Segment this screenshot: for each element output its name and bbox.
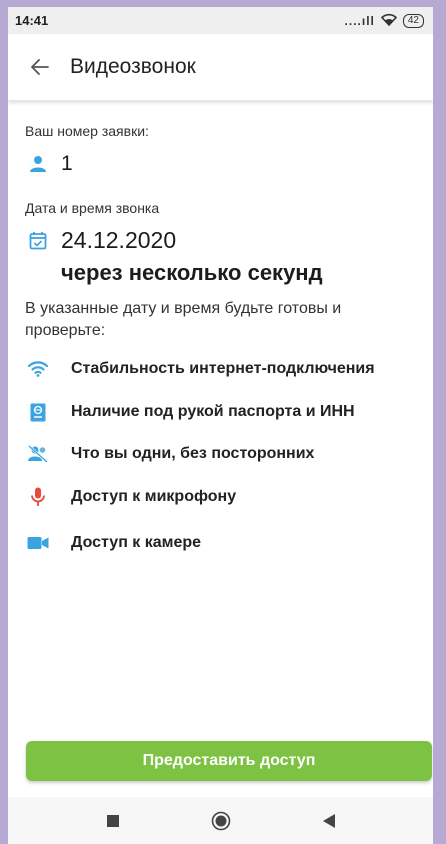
person-icon	[25, 155, 51, 173]
home-button[interactable]	[206, 806, 236, 836]
checklist-label: Доступ к микрофону	[71, 488, 237, 505]
call-date-row: 24.12.2020	[25, 227, 176, 254]
grant-access-button[interactable]: Предоставить доступ	[26, 741, 432, 781]
back-triangle-icon	[322, 813, 335, 828]
request-number-label: Ваш номер заявки:	[25, 123, 149, 139]
microphone-icon	[25, 486, 51, 508]
checklist-item-camera: Доступ к камере	[25, 532, 201, 554]
checklist-label: Что вы одни, без посторонних	[71, 445, 315, 462]
wifi-icon	[380, 13, 397, 29]
request-number-row: 1	[25, 152, 73, 176]
home-circle-icon	[211, 811, 230, 830]
recents-square-icon	[106, 814, 119, 827]
status-time: 14:41	[15, 13, 49, 28]
checklist-item-passport: Наличие под рукой паспорта и ИНН	[25, 401, 355, 423]
call-relative-time: через несколько секунд	[61, 260, 323, 285]
arrow-left-icon	[31, 59, 49, 75]
app-bar: Видеозвонок	[8, 34, 433, 101]
checklist-label: Доступ к камере	[71, 534, 202, 551]
page-title: Видеозвонок	[70, 55, 196, 78]
system-back-button[interactable]	[314, 806, 344, 836]
wifi-icon	[25, 358, 51, 380]
calendar-check-icon	[25, 231, 51, 250]
signal-icon: ....ıll	[344, 13, 375, 28]
checklist-item-microphone: Доступ к микрофону	[25, 486, 236, 508]
recents-button[interactable]	[98, 806, 128, 836]
instruction-text: В указанные дату и время будьте готовы и…	[25, 300, 342, 339]
passport-icon	[25, 401, 51, 423]
phone-screen: 14:41 ....ıll 42 Видеозвонок Ваш номер з…	[8, 7, 433, 844]
camera-icon	[25, 532, 51, 554]
checklist-label: Наличие под рукой паспорта и ИНН	[71, 403, 355, 420]
checklist-item-internet: Стабильность интернет-подключения	[25, 358, 375, 380]
back-button[interactable]	[18, 45, 62, 89]
system-nav-bar	[8, 797, 433, 844]
checklist-label: Стабильность интернет-подключения	[71, 360, 375, 377]
status-bar: 14:41 ....ıll 42	[8, 7, 433, 34]
call-datetime-label: Дата и время звонка	[25, 200, 160, 216]
call-date: 24.12.2020	[61, 227, 177, 253]
status-icons: ....ıll 42	[345, 13, 424, 29]
request-number: 1	[61, 152, 73, 175]
people-off-icon	[25, 443, 51, 465]
checklist-item-alone: Что вы одни, без посторонних	[25, 443, 314, 465]
battery-icon: 42	[402, 13, 424, 28]
